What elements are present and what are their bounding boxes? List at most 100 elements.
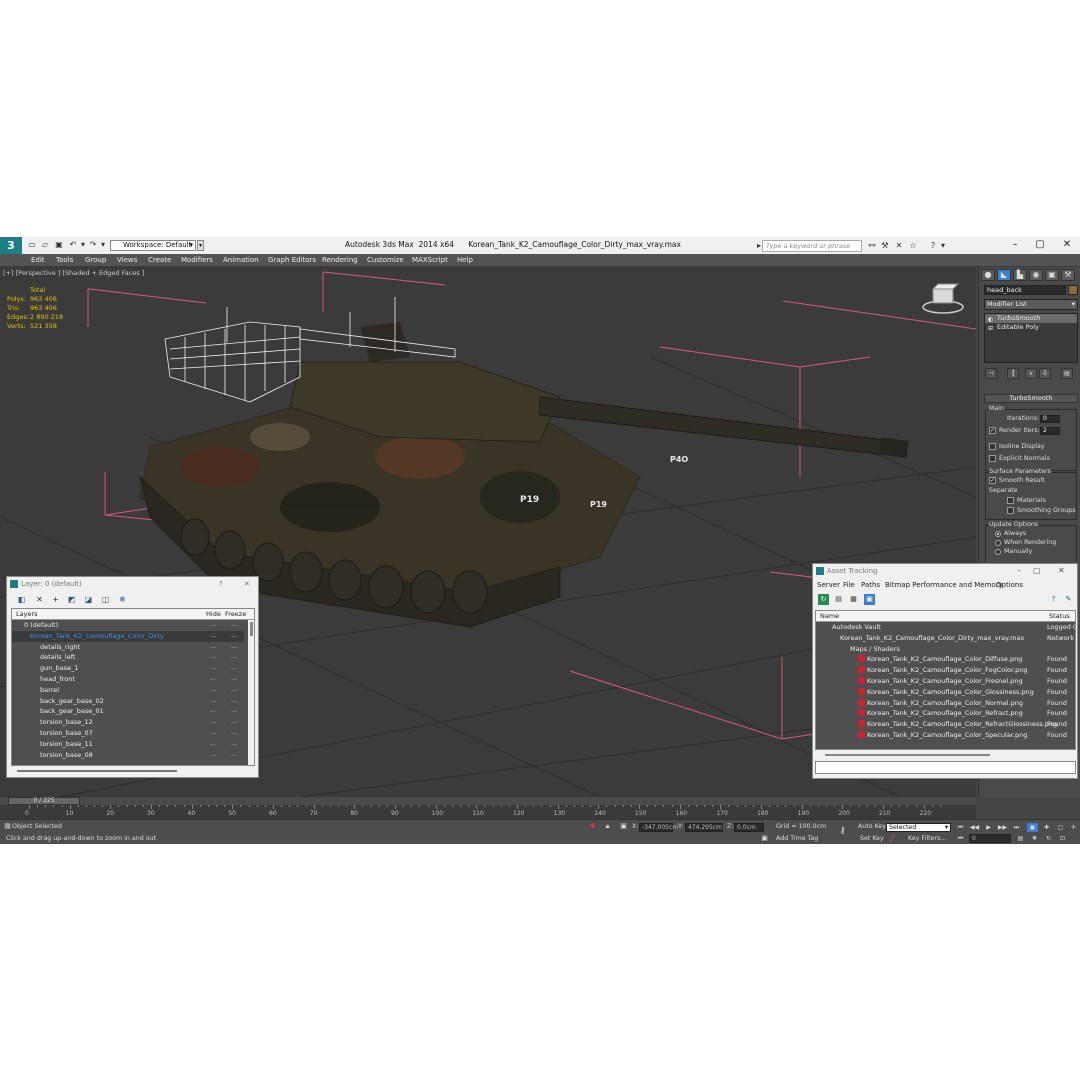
- smooth-result-checkbox[interactable]: ✓: [989, 477, 996, 484]
- layer-freeze-toggle[interactable]: —: [231, 652, 238, 663]
- menu-modifiers[interactable]: Modifiers: [181, 256, 213, 264]
- menu-tools[interactable]: Tools: [56, 256, 73, 264]
- layer-row[interactable]: details_right — —: [12, 642, 244, 653]
- asset-row[interactable]: Maps / Shaders: [816, 644, 1075, 655]
- stack-item-turbosmooth[interactable]: ◐ TurboSmooth: [985, 314, 1077, 323]
- turbosmooth-rollout-header[interactable]: TurboSmooth: [984, 394, 1078, 403]
- layer-row[interactable]: barrel — —: [12, 685, 244, 696]
- go-to-start-icon[interactable]: ⏮: [955, 823, 966, 832]
- asset-row[interactable]: Korean_Tank_K2_Camouflage_Color_FogColor…: [816, 665, 1075, 676]
- show-end-result-icon[interactable]: ┃: [1007, 368, 1019, 379]
- search-input[interactable]: Type a keyword or phrase: [762, 240, 862, 252]
- layer-freeze-toggle[interactable]: —: [231, 696, 238, 707]
- communication-center-icon[interactable]: ⚒: [880, 240, 890, 251]
- create-tab-icon[interactable]: ●: [981, 269, 995, 281]
- asset-menu-bitmap-performance[interactable]: Bitmap Performance and Memory: [885, 581, 1003, 589]
- layer-hide-toggle[interactable]: —: [210, 652, 217, 663]
- layer-freeze-toggle[interactable]: —: [231, 685, 238, 696]
- render-iters-checkbox[interactable]: ✓: [989, 427, 996, 434]
- freeze-all-layers-icon[interactable]: ❄: [116, 594, 129, 606]
- asset-horizontal-scrollbar[interactable]: [815, 751, 1076, 758]
- viewport-label[interactable]: [+] [Perspective ] [Shaded + Edged Faces…: [3, 269, 144, 277]
- key-icon[interactable]: ⚷: [838, 827, 847, 836]
- configure-sets-icon[interactable]: ▤: [1061, 368, 1073, 379]
- close-icon[interactable]: ✕: [244, 577, 250, 591]
- smoothing-groups-checkbox[interactable]: [1007, 507, 1014, 514]
- remove-modifier-icon[interactable]: ǒ: [1039, 368, 1051, 379]
- layer-hide-toggle[interactable]: —: [210, 642, 217, 653]
- layer-hide-toggle[interactable]: —: [210, 739, 217, 750]
- z-coordinate-field[interactable]: 0.0cm: [734, 823, 764, 832]
- layer-freeze-toggle[interactable]: —: [231, 674, 238, 685]
- open-file-icon[interactable]: ▱: [40, 240, 50, 250]
- expand-icon[interactable]: ⊞: [988, 324, 993, 333]
- layer-row[interactable]: details_left — —: [12, 652, 244, 663]
- x-coordinate-field[interactable]: -347.005cm: [639, 823, 678, 832]
- minimize-button[interactable]: –: [1006, 238, 1024, 252]
- render-iters-spinner[interactable]: 2: [1040, 427, 1060, 435]
- current-frame-field[interactable]: 0: [969, 834, 1011, 843]
- layer-window-title-bar[interactable]: Layer: 0 (default) ? ✕: [7, 577, 258, 591]
- previous-frame-icon[interactable]: ◀◀: [969, 823, 980, 832]
- new-file-icon[interactable]: ▭: [27, 240, 37, 250]
- minimize-button[interactable]: –: [1017, 564, 1021, 578]
- key-mode-icon[interactable]: ▣: [1027, 823, 1038, 832]
- menu-rendering[interactable]: Rendering: [322, 256, 358, 264]
- workspace-arrow-icon[interactable]: ▾: [197, 240, 204, 251]
- manually-radio[interactable]: [995, 549, 1001, 555]
- layer-row[interactable]: Korean_Tank_K2_Camouflage_Color_Dirty — —: [12, 630, 244, 642]
- layer-hide-toggle[interactable]: —: [210, 674, 217, 685]
- min-max-toggle-icon[interactable]: ⊡: [1057, 834, 1068, 843]
- key-filters-button[interactable]: Key Filters...: [908, 835, 946, 842]
- object-name-field[interactable]: head_back: [984, 285, 1066, 295]
- absolute-mode-icon[interactable]: ▣: [619, 822, 628, 831]
- lock-selection-icon[interactable]: 🔒︎: [603, 822, 612, 831]
- favorites-icon[interactable]: ☆: [908, 240, 918, 251]
- layer-hide-toggle[interactable]: —: [210, 620, 217, 631]
- workspace-dropdown[interactable]: Workspace: Default ▾: [110, 240, 196, 251]
- layer-freeze-toggle[interactable]: —: [231, 631, 238, 642]
- asset-row[interactable]: Korean_Tank_K2_Camouflage_Color_Glossine…: [816, 687, 1075, 698]
- column-status[interactable]: Status: [1049, 611, 1070, 622]
- menu-customize[interactable]: Customize: [367, 256, 404, 264]
- layer-freeze-toggle[interactable]: —: [231, 642, 238, 653]
- explicit-normals-checkbox[interactable]: [989, 455, 996, 462]
- list-view-icon[interactable]: ▤: [833, 594, 844, 605]
- menu-animation[interactable]: Animation: [223, 256, 259, 264]
- pan-icon[interactable]: ✥: [1029, 834, 1040, 843]
- column-layers[interactable]: Layers: [16, 609, 38, 620]
- y-coordinate-field[interactable]: 474.295cm: [685, 823, 723, 832]
- layer-hide-toggle[interactable]: —: [210, 696, 217, 707]
- track-bar[interactable]: 0 10 20 30 40 50 60 70 80 90 100 110 120 130 140 150 160…: [0, 805, 976, 819]
- asset-row[interactable]: Korean_Tank_K2_Camouflage_Color_Diffuse.…: [816, 654, 1075, 665]
- auto-key-button[interactable]: Auto Key: [858, 823, 886, 830]
- asset-row[interactable]: Korean_Tank_K2_Camouflage_Color_RefractG…: [816, 719, 1075, 730]
- help-dropdown-icon[interactable]: ▾: [938, 240, 948, 251]
- layer-row[interactable]: head_front — —: [12, 674, 244, 685]
- layer-row[interactable]: torsion_base_12 — —: [12, 717, 244, 728]
- table-view-icon[interactable]: ▦: [848, 594, 859, 605]
- object-color-swatch[interactable]: [1068, 285, 1078, 295]
- add-to-layer-icon[interactable]: +: [49, 594, 62, 606]
- layer-freeze-toggle[interactable]: —: [231, 728, 238, 739]
- menu-help[interactable]: Help: [457, 256, 473, 264]
- zoom-extents-icon[interactable]: ▢: [1055, 823, 1066, 832]
- next-frame-icon[interactable]: ▶▶: [997, 823, 1008, 832]
- select-objects-icon[interactable]: ◩: [65, 594, 78, 606]
- layer-hide-toggle[interactable]: —: [210, 750, 217, 761]
- layer-hide-toggle[interactable]: —: [210, 685, 217, 696]
- layer-freeze-toggle[interactable]: —: [231, 620, 238, 631]
- zoom-icon[interactable]: ✚: [1041, 823, 1052, 832]
- time-slider[interactable]: 0 / 225: [0, 797, 976, 805]
- layer-hide-toggle[interactable]: —: [210, 706, 217, 717]
- asset-menu-file[interactable]: File: [843, 581, 855, 589]
- layer-vertical-scrollbar[interactable]: [248, 620, 254, 765]
- layer-row[interactable]: torsion_base_07 — —: [12, 728, 244, 739]
- time-slider-thumb[interactable]: 0 / 225: [8, 797, 80, 805]
- asset-menu-server[interactable]: Server: [817, 581, 840, 589]
- menu-graph-editors[interactable]: Graph Editors: [268, 256, 316, 264]
- add-time-tag-button[interactable]: Add Time Tag: [776, 835, 818, 842]
- layer-row[interactable]: 0 (default) — —: [12, 620, 244, 631]
- layer-hide-toggle[interactable]: —: [210, 663, 217, 674]
- help-icon[interactable]: ?: [928, 240, 938, 251]
